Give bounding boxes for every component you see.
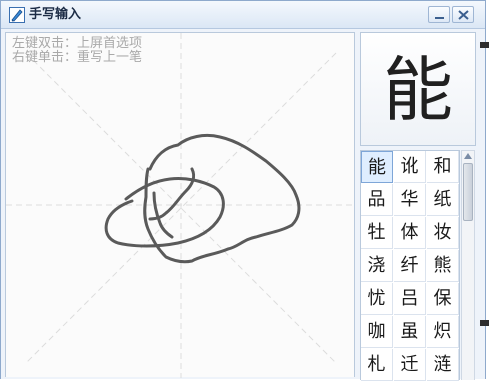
candidate-char[interactable]: 浇 bbox=[361, 250, 393, 282]
candidate-char[interactable]: 品 bbox=[361, 184, 393, 216]
hint-right-click: 右键单击：重写上一笔 bbox=[12, 50, 143, 65]
candidate-char[interactable]: 纸 bbox=[427, 184, 459, 216]
candidate-char[interactable]: 涟 bbox=[427, 349, 459, 381]
preview-box: 能 bbox=[360, 32, 476, 146]
candidate-char[interactable]: 能 bbox=[361, 151, 393, 183]
close-icon bbox=[458, 10, 469, 20]
candidate-char[interactable]: 忧 bbox=[361, 283, 393, 315]
candidate-char[interactable]: 牡 bbox=[361, 217, 393, 249]
candidate-char[interactable]: 吕 bbox=[394, 283, 426, 315]
scroll-thumb[interactable] bbox=[463, 163, 473, 221]
candidate-char[interactable]: 虽 bbox=[394, 316, 426, 348]
candidate-char[interactable]: 熊 bbox=[427, 250, 459, 282]
handwritten-strokes bbox=[104, 133, 301, 264]
candidate-char[interactable]: 和 bbox=[427, 151, 459, 183]
hint-double-click: 左键双击：上屏首选项 bbox=[12, 36, 143, 51]
handwriting-canvas[interactable]: 左键双击：上屏首选项 右键单击：重写上一笔 bbox=[5, 32, 356, 378]
candidate-scrollbar[interactable] bbox=[461, 150, 475, 380]
handwriting-pen-icon bbox=[9, 7, 25, 23]
candidate-char[interactable]: 妆 bbox=[427, 217, 459, 249]
title-bar[interactable]: 手写输入 bbox=[1, 1, 485, 29]
canvas-guides-and-strokes bbox=[6, 33, 356, 378]
candidate-char[interactable]: 体 bbox=[394, 217, 426, 249]
scroll-up-arrow-icon[interactable] bbox=[464, 153, 472, 159]
candidate-char[interactable]: 纤 bbox=[394, 250, 426, 282]
candidate-char[interactable]: 札 bbox=[361, 349, 393, 381]
canvas-guidelines bbox=[6, 33, 356, 378]
close-button[interactable] bbox=[452, 6, 474, 23]
candidate-char[interactable]: 炽 bbox=[427, 316, 459, 348]
window-title: 手写输入 bbox=[29, 7, 82, 22]
background-edge-mark bbox=[480, 320, 489, 326]
minimize-icon bbox=[435, 17, 444, 19]
candidate-grid: 能讹和品华纸牡体妆浇纤熊忧吕保咖虽炽札迁涟 bbox=[360, 150, 460, 381]
background-edge-mark bbox=[480, 42, 489, 48]
minimize-button[interactable] bbox=[428, 6, 450, 23]
candidate-char[interactable]: 华 bbox=[394, 184, 426, 216]
candidate-char[interactable]: 迁 bbox=[394, 349, 426, 381]
candidate-char[interactable]: 咖 bbox=[361, 316, 393, 348]
candidate-char[interactable]: 讹 bbox=[394, 151, 426, 183]
preview-character: 能 bbox=[383, 49, 453, 131]
recognition-panel: 能 能讹和品华纸牡体妆浇纤熊忧吕保咖虽炽札迁涟 bbox=[360, 32, 478, 381]
handwriting-input-window: 手写输入 左键双击：上屏首选项 右键单击：重写上一笔 能 能 讹 和 品 华 纸… bbox=[0, 0, 486, 381]
candidate-char[interactable]: 保 bbox=[427, 283, 459, 315]
